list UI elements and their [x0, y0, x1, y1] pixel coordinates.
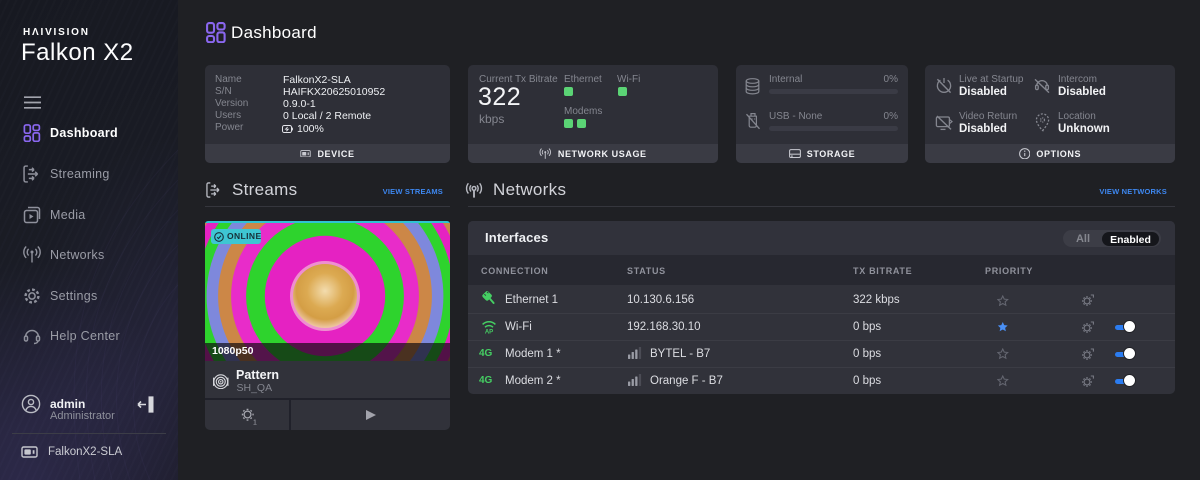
svg-text:AP: AP [485, 330, 493, 335]
svg-text:1: 1 [253, 419, 257, 425]
